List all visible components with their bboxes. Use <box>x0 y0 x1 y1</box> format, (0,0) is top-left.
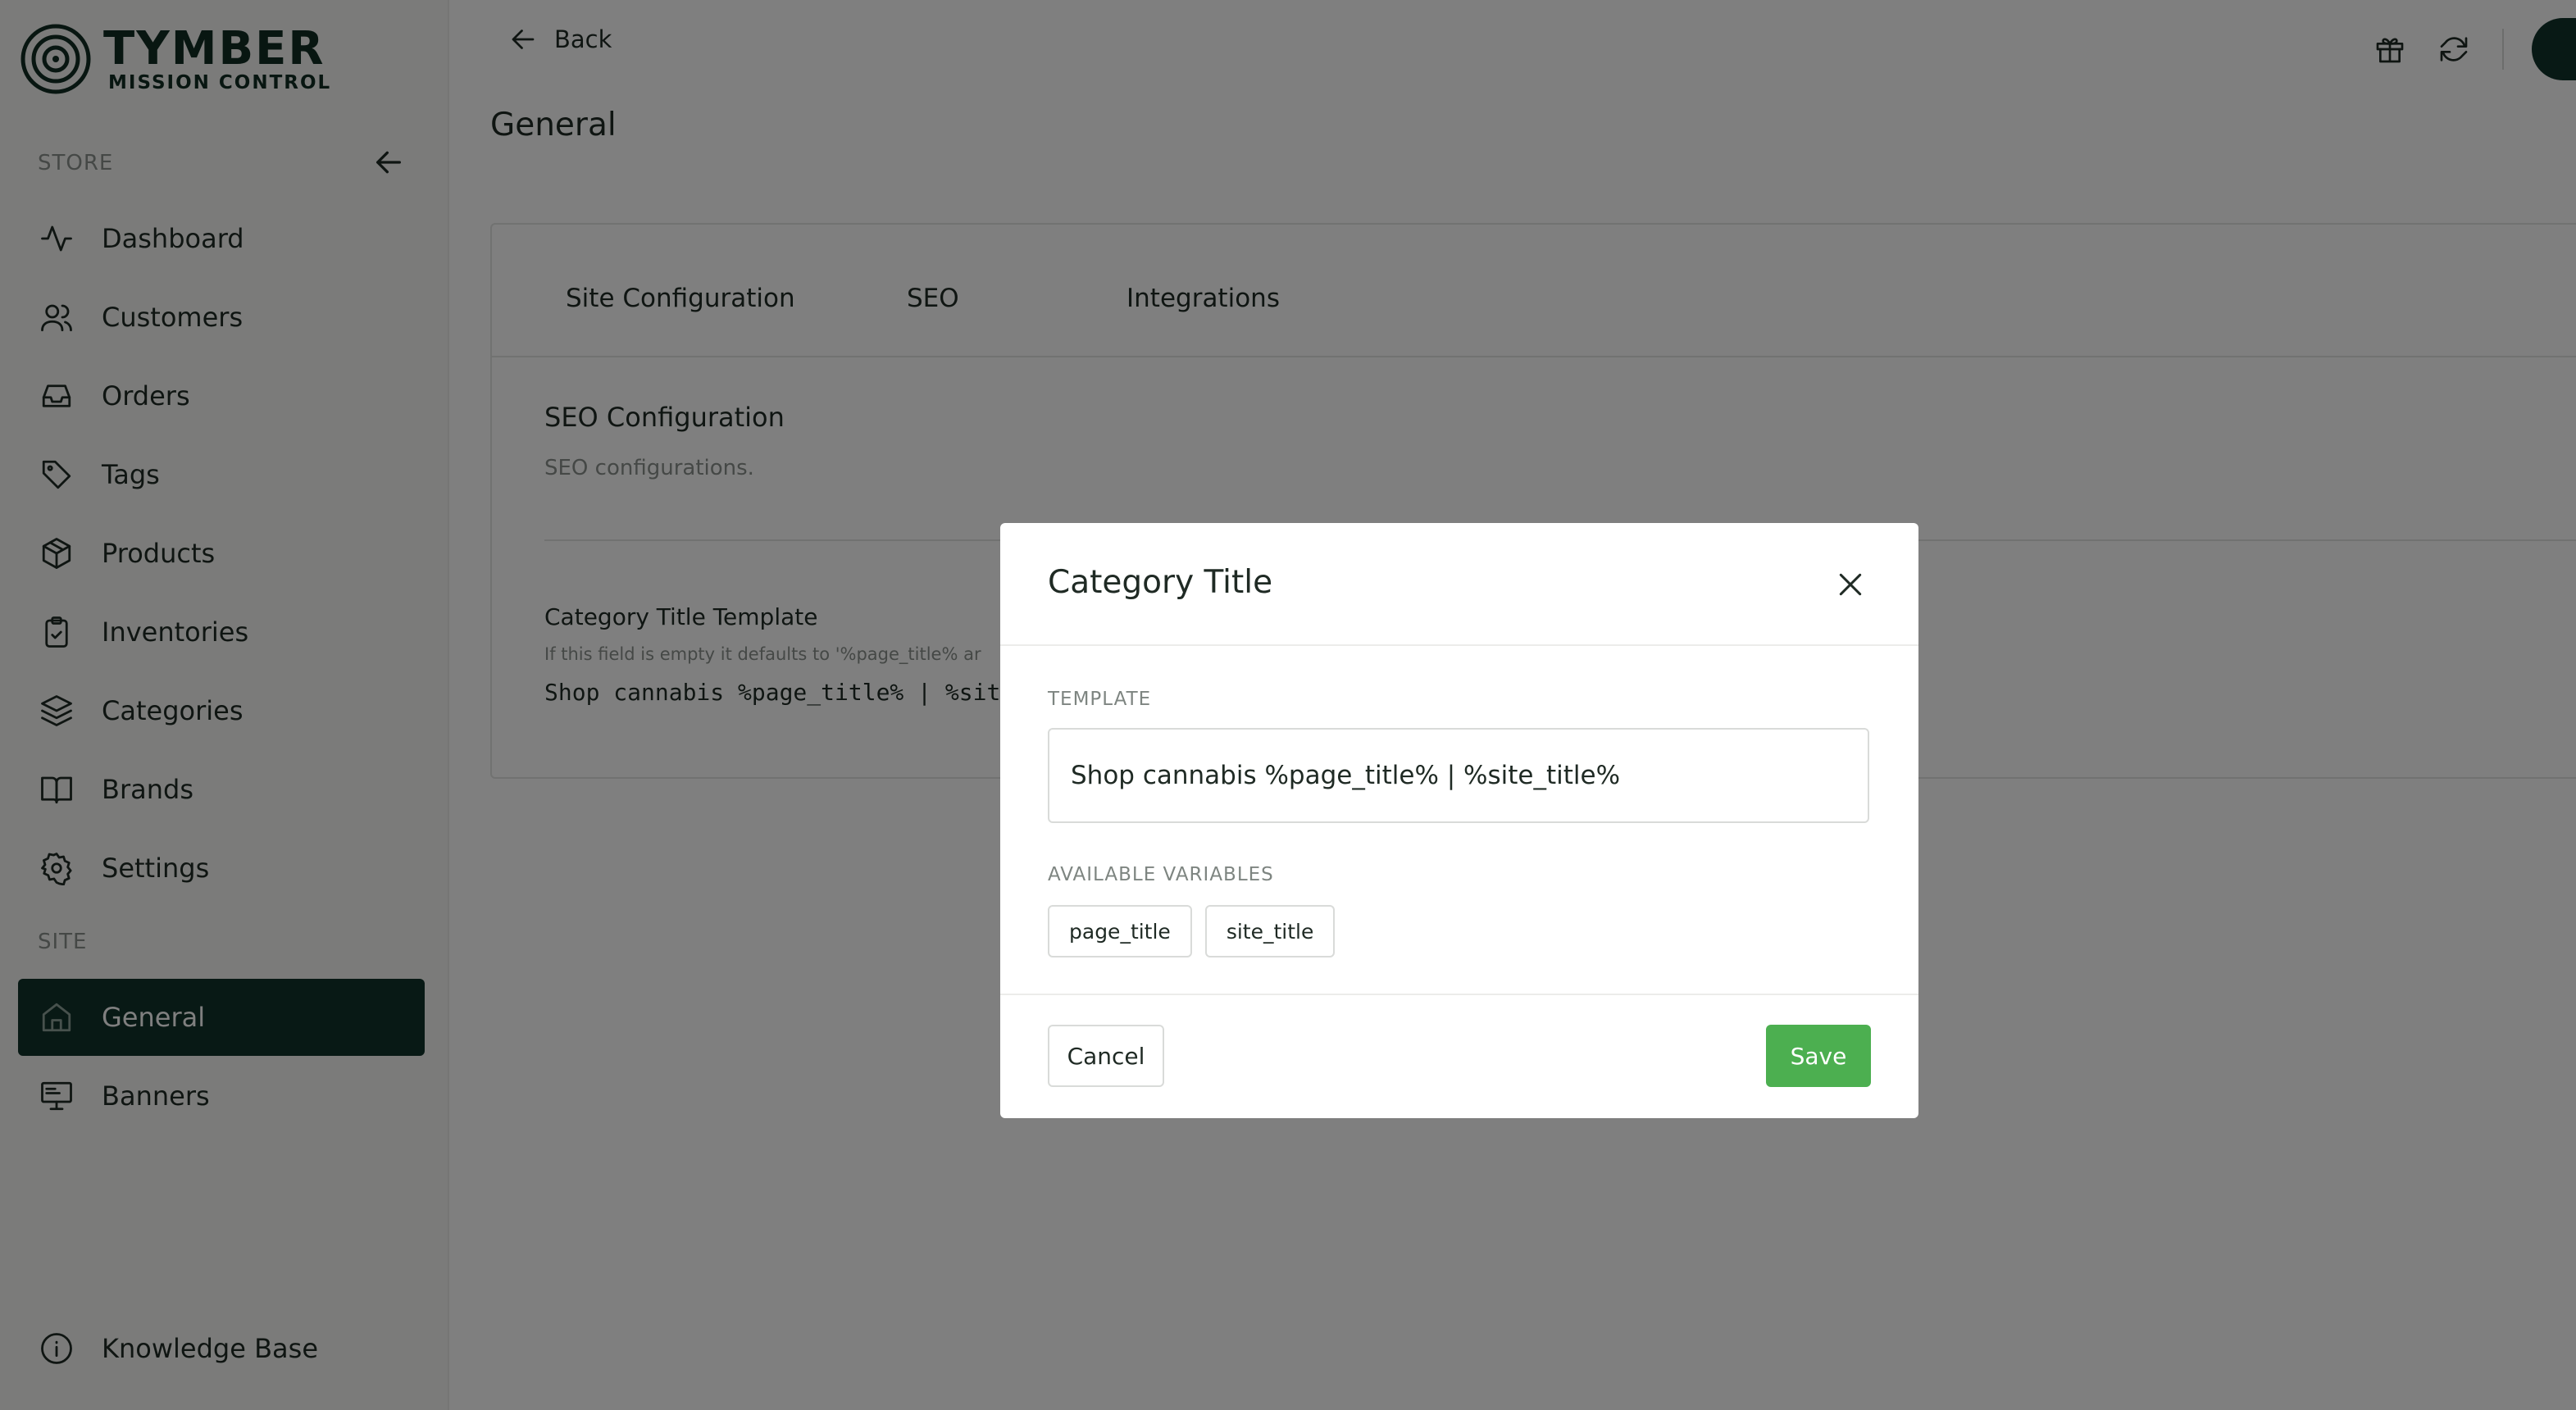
save-button[interactable]: Save <box>1766 1025 1871 1087</box>
template-input[interactable] <box>1048 728 1869 823</box>
available-variables-label: AVAILABLE VARIABLES <box>1048 864 1274 885</box>
variable-chips: page_title site_title <box>1048 905 1348 957</box>
variable-chip-page-title[interactable]: page_title <box>1048 905 1192 957</box>
modal-footer: Cancel Save <box>1000 994 1918 1118</box>
close-icon <box>1839 573 1862 596</box>
variable-chip-site-title[interactable]: site_title <box>1204 905 1336 957</box>
close-button[interactable] <box>1832 566 1869 603</box>
cancel-button[interactable]: Cancel <box>1048 1025 1164 1087</box>
category-title-modal: Category Title TEMPLATE AVAILABLE VARIAB… <box>1000 523 1918 1118</box>
modal-header: Category Title <box>1000 523 1918 646</box>
template-label: TEMPLATE <box>1048 689 1152 710</box>
modal-title: Category Title <box>1048 564 1273 601</box>
